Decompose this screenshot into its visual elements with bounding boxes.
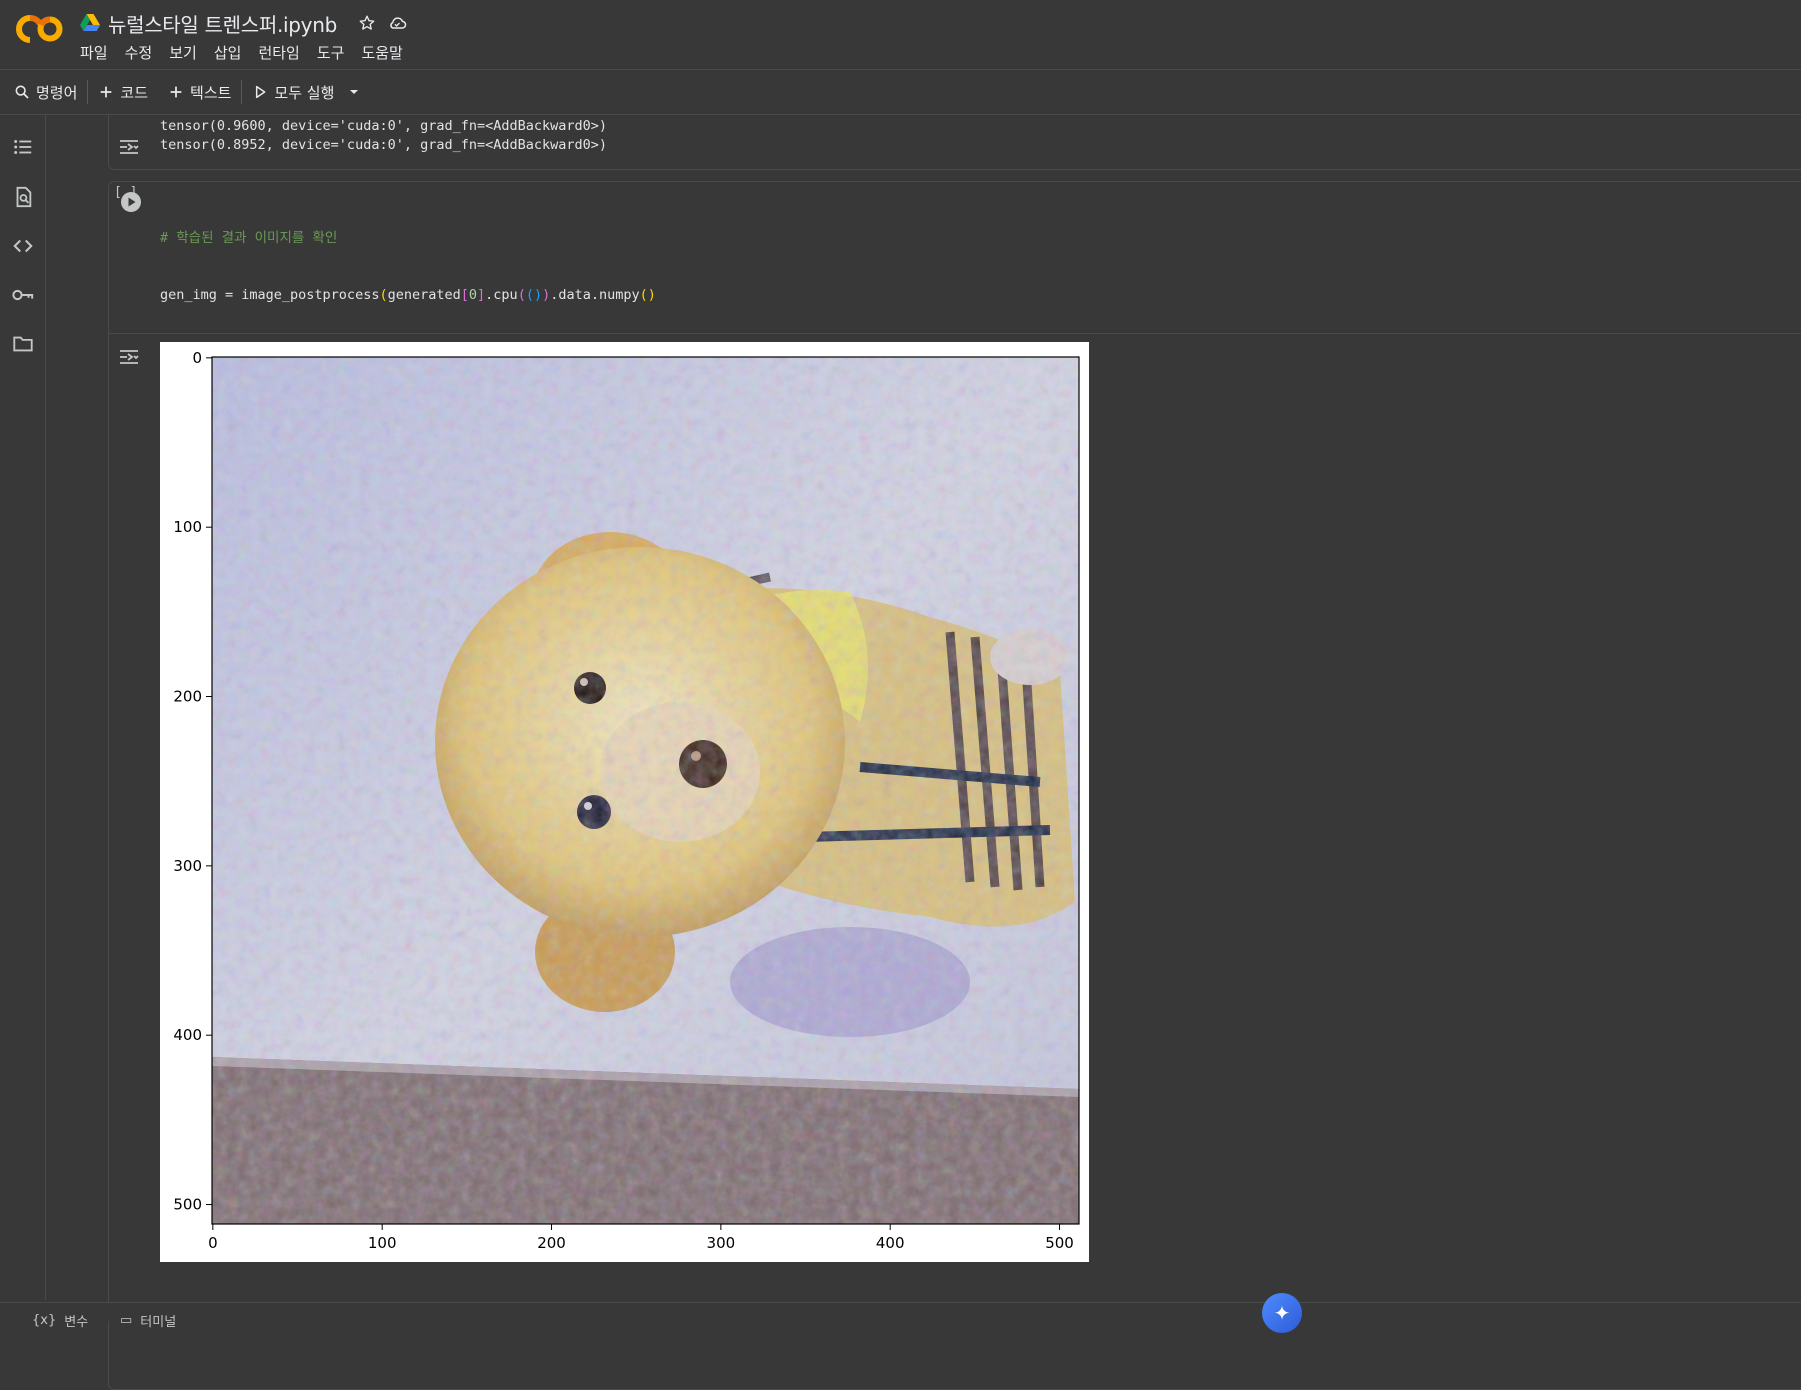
code-line: # 학습된 결과 이미지를 확인 [160,230,338,246]
x-tick-label: 100 [368,1234,397,1252]
y-tick-label: 500 [173,1196,202,1214]
find-icon[interactable] [11,185,35,209]
terminal-icon: ▭ [120,1313,133,1328]
run-all-dropdown[interactable] [344,76,372,108]
run-all-label: 모두 실행 [274,83,335,102]
terminal-tab[interactable]: ▭ 터미널 [120,1311,176,1330]
y-tick-label: 100 [173,518,202,536]
add-text-button[interactable]: 텍스트 [158,76,241,108]
menu-runtime[interactable]: 런타임 [258,42,299,63]
code-snippets-icon[interactable] [11,234,35,258]
x-tick-label: 500 [1045,1234,1074,1252]
output-actions-icon[interactable] [118,137,140,157]
y-tick-label: 200 [173,688,202,706]
plus-icon [101,86,112,98]
y-tick-label: 400 [173,1026,202,1044]
variables-label: 변수 [64,1315,89,1330]
stylized-dog-image [212,357,1079,1224]
add-text-label: 텍스트 [190,83,232,102]
previous-output: tensor(0.9600, device='cuda:0', grad_fn=… [160,117,607,155]
header: 뉴럴스타일 트렌스퍼.ipynb 파일 수정 보기 삽입 런타임 도구 도움말 [0,0,1801,70]
menu-insert[interactable]: 삽입 [214,42,242,63]
secrets-key-icon[interactable] [11,283,35,307]
files-folder-icon[interactable] [11,332,35,356]
terminal-label: 터미널 [140,1315,177,1330]
menu-file[interactable]: 파일 [80,42,108,63]
x-tick-label: 300 [707,1234,736,1252]
code-output-divider [108,333,1801,334]
play-icon [256,85,266,99]
commands-button[interactable]: 명령어 [0,76,87,108]
figure-canvas: 0 100 200 300 400 500 0 100 200 300 400 … [173,349,1080,1252]
output-line: tensor(0.9600, device='cuda:0', grad_fn=… [160,118,608,134]
plus-icon [170,86,182,98]
run-cell-button[interactable] [120,191,142,213]
add-code-button[interactable]: 코드 [88,76,158,108]
side-rail [0,115,46,1300]
menu-help[interactable]: 도움말 [361,42,402,63]
x-tick-label: 0 [208,1234,218,1252]
menu-view[interactable]: 보기 [169,42,197,63]
notebook-title[interactable]: 뉴럴스타일 트렌스퍼.ipynb [108,9,337,38]
commands-label: 명령어 [36,83,78,102]
search-icon [15,85,29,99]
cloud-saved-icon[interactable] [387,13,407,33]
add-code-label: 코드 [120,83,149,102]
caret-down-icon [350,90,359,94]
menu-edit[interactable]: 수정 [125,42,153,63]
bottom-status-bar: {x} 변수 ▭ 터미널 [0,1302,1801,1330]
x-tick-label: 200 [537,1234,566,1252]
code-line: gen_img = image_postprocess(generated[0]… [160,287,656,303]
gemini-sparkle-button[interactable]: ✦ [1262,1293,1302,1333]
google-drive-icon [80,14,100,32]
matplotlib-figure: 0 100 200 300 400 500 0 100 200 300 400 … [160,342,1089,1262]
y-tick-label: 300 [173,857,202,875]
variables-icon: {x} [32,1313,57,1328]
notebook-area: tensor(0.9600, device='cuda:0', grad_fn=… [46,115,1801,1390]
menu-bar: 파일 수정 보기 삽입 런타임 도구 도움말 [80,42,403,63]
star-icon[interactable] [357,13,377,33]
toolbar: 명령어 코드 텍스트 모두 실행 [0,70,1801,114]
variables-tab[interactable]: {x} 변수 [32,1311,88,1330]
run-all-button[interactable]: 모두 실행 [242,76,344,108]
colab-logo[interactable] [16,14,64,44]
toc-icon[interactable] [11,135,35,159]
output-actions-icon[interactable] [118,347,140,367]
x-tick-label: 400 [876,1234,905,1252]
y-tick-label: 0 [192,349,202,367]
output-line: tensor(0.8952, device='cuda:0', grad_fn=… [160,137,608,153]
menu-tools[interactable]: 도구 [317,42,345,63]
